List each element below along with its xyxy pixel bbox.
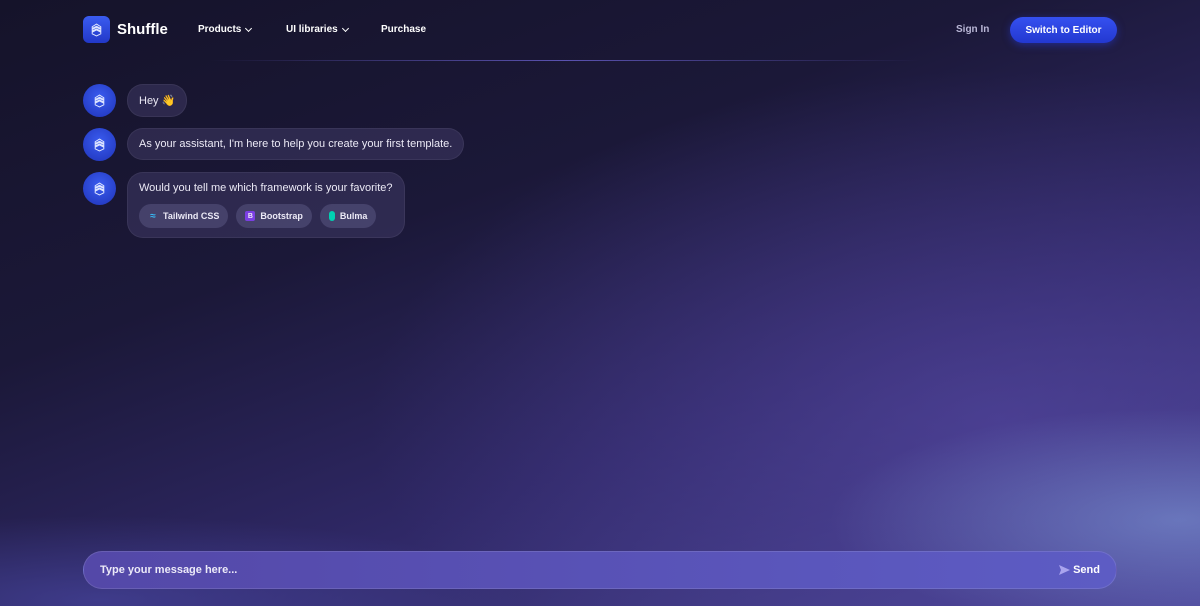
- message-bubble: As your assistant, I'm here to help you …: [127, 128, 465, 160]
- option-label: Bulma: [339, 211, 368, 221]
- nav-products-label: Products: [198, 24, 242, 35]
- logo-icon: [94, 138, 105, 151]
- chevron-down-icon: [245, 24, 253, 32]
- option-label: Tailwind CSS: [163, 211, 220, 221]
- chat-message: Hey 👋: [83, 84, 188, 117]
- nav-divider: [210, 60, 920, 61]
- message-input[interactable]: [100, 564, 800, 576]
- option-bootstrap[interactable]: B Bootstrap: [236, 204, 312, 228]
- shuffle-logo[interactable]: [83, 16, 110, 43]
- message-composer: Send: [83, 551, 1117, 589]
- message-text: Would you tell me which framework is you…: [139, 182, 393, 194]
- assistant-avatar: [83, 128, 116, 161]
- send-icon: [1059, 565, 1071, 575]
- option-bulma[interactable]: Bulma: [319, 204, 377, 228]
- nav-ui-libraries-label: UI libraries: [286, 24, 338, 35]
- message-bubble: Hey 👋: [127, 84, 188, 117]
- logo-icon: [94, 94, 105, 107]
- bootstrap-icon: B: [245, 211, 256, 221]
- assistant-avatar: [83, 84, 116, 117]
- option-tailwind[interactable]: ≈ Tailwind CSS: [139, 204, 229, 228]
- chat-message: As your assistant, I'm here to help you …: [83, 128, 465, 161]
- message-bubble: Would you tell me which framework is you…: [127, 172, 405, 238]
- option-label: Bootstrap: [260, 211, 303, 221]
- chat-message: Would you tell me which framework is you…: [83, 172, 405, 238]
- chevron-down-icon: [341, 24, 349, 32]
- send-button[interactable]: Send: [1059, 564, 1100, 576]
- assistant-avatar: [83, 172, 116, 205]
- send-label: Send: [1073, 564, 1100, 576]
- nav-products[interactable]: Products: [198, 24, 253, 35]
- nav-ui-libraries[interactable]: UI libraries: [286, 24, 349, 35]
- logo-icon: [94, 182, 105, 195]
- framework-options: ≈ Tailwind CSS B Bootstrap Bulma: [139, 204, 393, 228]
- sign-in-link[interactable]: Sign In: [956, 24, 989, 35]
- logo-icon: [91, 23, 102, 36]
- top-nav: Shuffle Products UI libraries Purchase S…: [0, 0, 1200, 60]
- brand-name[interactable]: Shuffle: [117, 21, 168, 38]
- nav-purchase[interactable]: Purchase: [381, 24, 426, 35]
- bulma-icon: [328, 211, 335, 221]
- tailwind-icon: ≈: [150, 210, 156, 222]
- switch-to-editor-button[interactable]: Switch to Editor: [1010, 17, 1117, 43]
